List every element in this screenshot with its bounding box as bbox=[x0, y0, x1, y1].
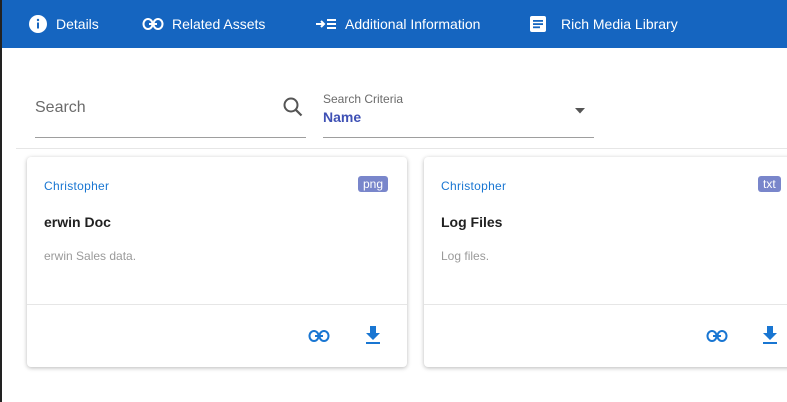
card-description: erwin Sales data. bbox=[44, 249, 137, 263]
search-criteria-value: Name bbox=[323, 109, 362, 125]
download-icon[interactable] bbox=[364, 325, 382, 350]
card-title: erwin Doc bbox=[44, 214, 111, 230]
file-type-badge: txt bbox=[758, 176, 781, 192]
search-field bbox=[35, 86, 306, 138]
tab-details[interactable]: Details bbox=[28, 0, 99, 48]
tab-related-assets[interactable]: Related Assets bbox=[142, 0, 265, 48]
card-description: Log files. bbox=[441, 249, 490, 263]
link-icon[interactable] bbox=[706, 329, 728, 348]
search-criteria-select[interactable]: Search Criteria Name bbox=[323, 86, 594, 138]
link-icon[interactable] bbox=[308, 329, 330, 348]
media-card[interactable]: Christopher txt Log Files Log files. bbox=[424, 157, 787, 367]
search-icon[interactable] bbox=[282, 96, 304, 123]
link-icon bbox=[142, 17, 164, 31]
tab-additional-information[interactable]: Additional Information bbox=[315, 0, 480, 48]
card-owner: Christopher bbox=[441, 179, 507, 193]
media-card[interactable]: Christopher png erwin Doc erwin Sales da… bbox=[27, 157, 407, 367]
search-input[interactable] bbox=[35, 96, 275, 120]
card-title: Log Files bbox=[441, 214, 503, 230]
arrow-list-icon bbox=[315, 17, 337, 31]
file-type-badge: png bbox=[357, 176, 388, 192]
card-owner: Christopher bbox=[44, 179, 110, 193]
info-icon bbox=[28, 14, 48, 34]
card-divider bbox=[27, 304, 407, 305]
caret-down-icon[interactable] bbox=[574, 102, 586, 120]
tab-label: Details bbox=[56, 16, 99, 32]
card-divider bbox=[424, 304, 787, 305]
app-frame: Details Related Assets Additional Inform… bbox=[0, 0, 787, 402]
tab-rich-media-library[interactable]: Rich Media Library bbox=[529, 0, 678, 48]
search-criteria-label: Search Criteria bbox=[323, 92, 404, 106]
document-icon bbox=[529, 15, 547, 33]
tab-label: Additional Information bbox=[345, 16, 481, 32]
divider bbox=[16, 148, 787, 149]
tab-label: Rich Media Library bbox=[561, 16, 678, 32]
download-icon[interactable] bbox=[761, 325, 779, 350]
tab-bar: Details Related Assets Additional Inform… bbox=[2, 0, 787, 48]
tab-label: Related Assets bbox=[172, 16, 266, 32]
